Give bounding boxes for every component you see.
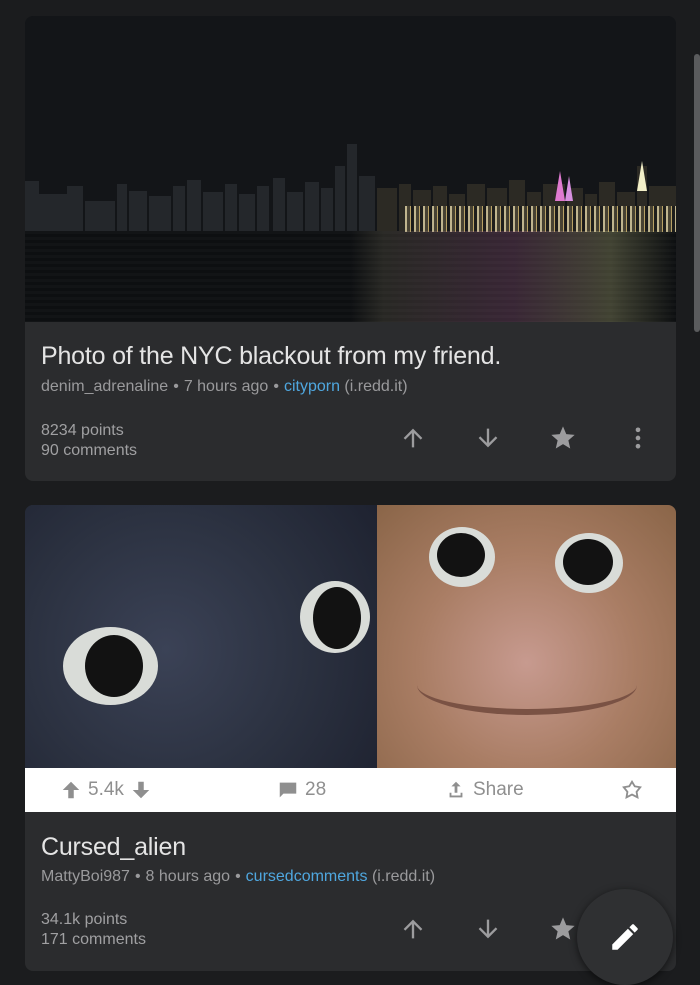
arrow-up-icon <box>62 781 80 799</box>
compose-fab[interactable] <box>577 889 673 985</box>
post-thumbnail[interactable]: 5.4k 28 Share <box>25 505 676 812</box>
downvote-button[interactable] <box>472 422 504 454</box>
pupil <box>563 539 613 585</box>
pupil <box>313 587 361 649</box>
author[interactable]: denim_adrenaline <box>41 378 168 395</box>
comments-count[interactable]: 171 comments <box>41 930 146 950</box>
domain: (i.redd.it) <box>344 378 408 395</box>
scrollbar[interactable] <box>694 54 700 332</box>
domain: (i.redd.it) <box>371 868 436 885</box>
embedded-award <box>621 779 643 801</box>
points: 34.1k points <box>41 911 128 928</box>
embedded-score: 5.4k <box>60 779 152 801</box>
pencil-icon <box>612 924 638 950</box>
save-button[interactable] <box>547 422 579 454</box>
timestamp: 8 hours ago <box>145 868 231 885</box>
award-icon <box>622 779 642 799</box>
alien-face-right <box>377 505 676 768</box>
embedded-action-bar: 5.4k 28 Share <box>25 768 676 812</box>
embedded-comments-value: 28 <box>305 779 327 800</box>
post-stats: 34.1k points 171 comments <box>41 910 146 950</box>
embedded-comments: 28 <box>277 779 326 801</box>
subreddit-link[interactable]: cityporn <box>284 378 340 395</box>
embedded-score-value: 5.4k <box>88 779 124 800</box>
downvote-button[interactable] <box>472 913 504 945</box>
embedded-share-label: Share <box>473 779 524 800</box>
post-thumbnail[interactable] <box>25 16 676 322</box>
separator: • <box>235 868 241 885</box>
arrow-up-icon <box>403 428 423 448</box>
separator: • <box>173 378 179 395</box>
alien-image <box>25 505 676 768</box>
post-title[interactable]: Photo of the NYC blackout from my friend… <box>41 342 501 371</box>
arrow-down-icon <box>132 781 150 799</box>
author[interactable]: MattyBoi987 <box>41 868 130 885</box>
more-vert-icon <box>635 427 641 449</box>
pupil <box>85 635 143 697</box>
water-reflection <box>25 231 676 322</box>
star-icon <box>551 426 575 449</box>
post-card[interactable]: Photo of the NYC blackout from my friend… <box>25 16 676 481</box>
post-card[interactable]: 5.4k 28 Share Cursed_alien MattyBoi987 • 8… <box>25 505 676 971</box>
city-lights <box>405 206 676 232</box>
subreddit-link[interactable]: cursedcomments <box>246 868 368 885</box>
mouth <box>417 655 637 715</box>
embedded-share: Share <box>445 779 524 801</box>
separator: • <box>134 868 141 885</box>
comments-count[interactable]: 90 comments <box>41 441 137 461</box>
post-meta: denim_adrenaline • 7 hours ago • cityporn (i… <box>41 378 408 396</box>
save-button[interactable] <box>547 913 579 945</box>
arrow-up-icon <box>403 919 423 939</box>
separator: • <box>273 378 279 395</box>
points: 8234 points <box>41 422 124 439</box>
share-icon <box>449 781 463 798</box>
upvote-button[interactable] <box>397 913 429 945</box>
arrow-down-icon <box>478 428 498 448</box>
pupil <box>437 533 485 577</box>
upvote-button[interactable] <box>397 422 429 454</box>
post-meta: MattyBoi987 • 8 hours ago • cursedcomments (… <box>41 868 435 886</box>
arrow-down-icon <box>478 919 498 939</box>
post-stats: 8234 points 90 comments <box>41 421 137 461</box>
post-title[interactable]: Cursed_alien <box>41 833 186 862</box>
star-icon <box>551 917 575 940</box>
comment-icon <box>279 782 297 798</box>
more-options-button[interactable] <box>622 422 654 454</box>
timestamp: 7 hours ago <box>183 378 269 395</box>
alien-face-left <box>25 505 377 768</box>
